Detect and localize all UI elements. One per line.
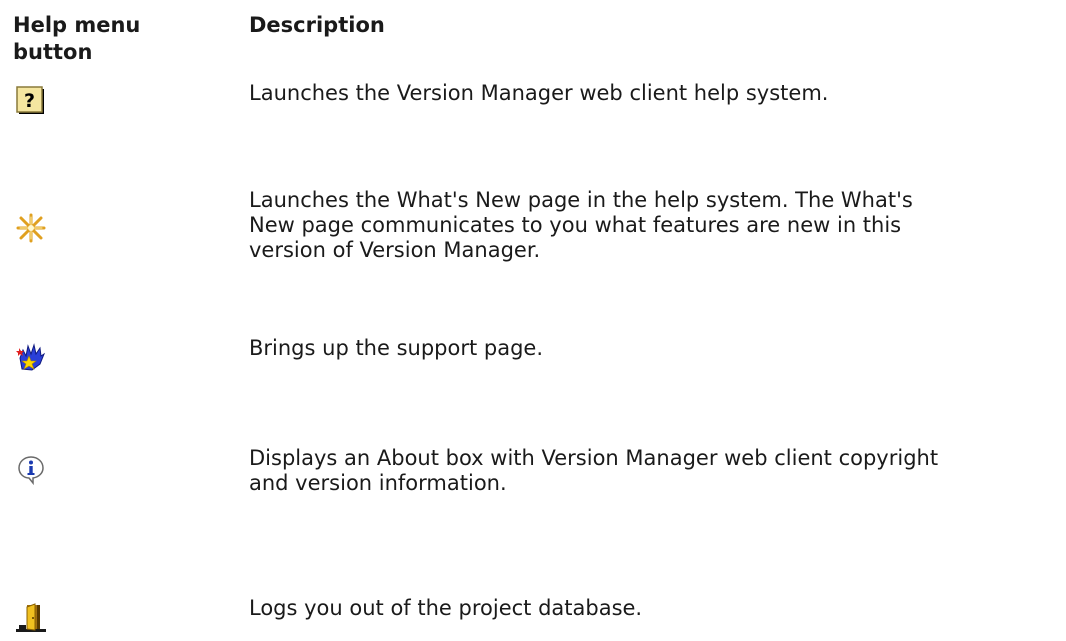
row-description: Logs you out of the project database. <box>249 596 643 620</box>
row-description: Brings up the support page. <box>249 336 544 360</box>
whats-new-sparkle-icon <box>16 213 46 243</box>
row-description: Displays an About box with Version Manag… <box>249 446 939 495</box>
svg-text:?: ? <box>24 90 35 112</box>
support-hand-icon <box>16 342 46 372</box>
help-question-icon: ? <box>16 86 46 116</box>
row-description: Launches the Version Manager web client … <box>249 81 829 105</box>
row-description: Launches the What's New page in the help… <box>249 188 913 262</box>
column-header-description: Description <box>249 13 385 37</box>
column-header-button: Help menu button <box>13 13 141 64</box>
about-info-icon <box>16 455 46 485</box>
logout-door-icon <box>16 603 46 633</box>
